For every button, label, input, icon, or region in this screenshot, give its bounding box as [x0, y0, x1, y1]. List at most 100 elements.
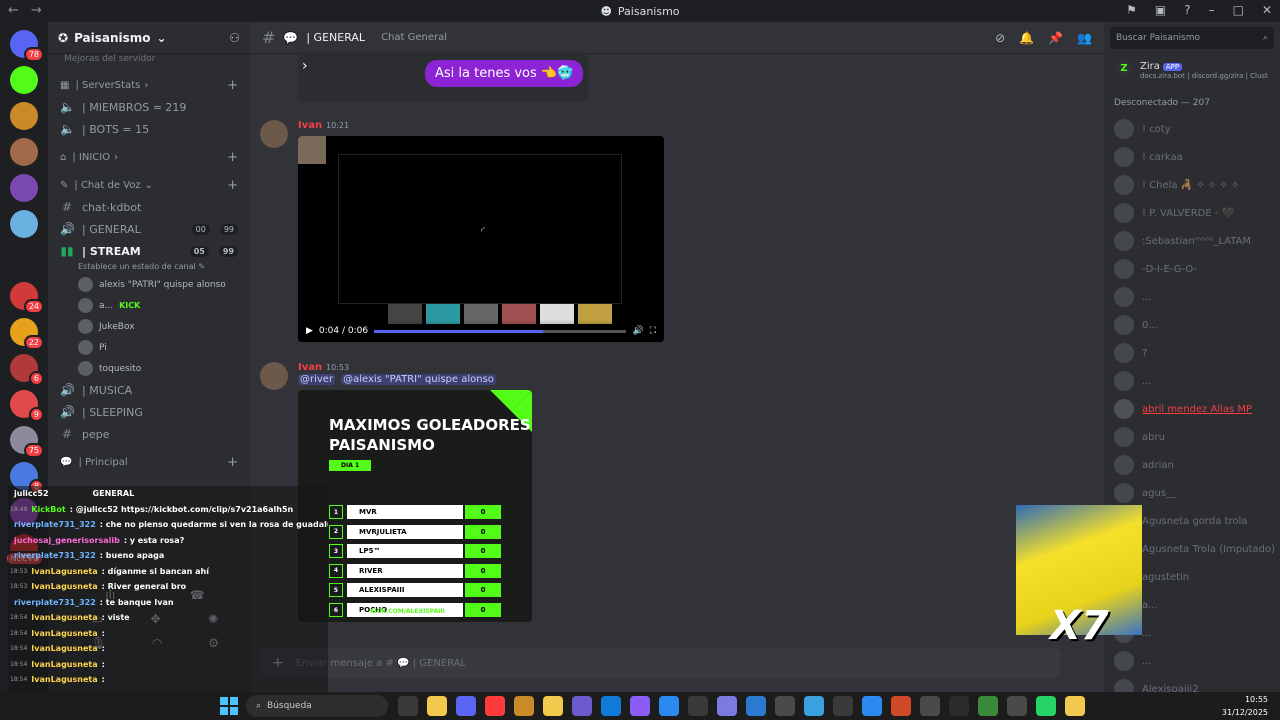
voice-member[interactable]: JukeBox — [48, 316, 250, 337]
voice-member[interactable]: alexis "PATRI" quispe alonso — [48, 274, 250, 295]
member-zira[interactable]: Z Zira APP docs.zira.bot | discord.gg/zir… — [1114, 58, 1280, 86]
server-icon[interactable]: 24 — [10, 282, 44, 314]
taskbar-app-icon[interactable] — [1007, 696, 1027, 716]
member-row[interactable]: 0... — [1114, 311, 1280, 339]
channel-pepe[interactable]: # pepe — [48, 423, 250, 445]
taskbar-app-icon[interactable] — [746, 696, 766, 716]
taskbar-app-icon[interactable] — [659, 696, 679, 716]
member-row[interactable]: abru — [1114, 423, 1280, 451]
taskbar-app-icon[interactable] — [514, 696, 534, 716]
taskbar-app-icon[interactable] — [717, 696, 737, 716]
server-icon[interactable]: 9 — [10, 390, 44, 422]
server-icon[interactable] — [10, 210, 38, 238]
taskbar-app-icon[interactable] — [978, 696, 998, 716]
scoreboard-image[interactable]: MAXIMOS GOLEADORES PAISANISMO DIA 1 1 MVR… — [298, 390, 532, 622]
mention-river[interactable]: @river — [298, 374, 336, 385]
taskbar-search[interactable]: ⌕ Búsqueda — [246, 695, 388, 717]
seek-bar[interactable] — [374, 329, 627, 333]
add-channel-icon[interactable]: + — [227, 178, 238, 193]
invite-icon[interactable]: ⚇ — [229, 31, 240, 45]
taskbar-app-icon[interactable] — [891, 696, 911, 716]
category-inicio[interactable]: ⌂ | INICIO › + — [48, 146, 250, 168]
channel-sleeping[interactable]: 🔊 | SLEEPING — [48, 401, 250, 423]
add-channel-icon[interactable]: + — [227, 455, 238, 470]
channel-topic[interactable]: Chat General — [381, 32, 447, 43]
member-row[interactable]: abril mendez Alias MP — [1114, 395, 1280, 423]
member-row[interactable]: ! P. VALVERDE - 🖤 — [1114, 199, 1280, 227]
voice-member[interactable]: toquesito — [48, 358, 250, 379]
system-clock[interactable]: 10:55 31/12/2025 — [1222, 693, 1268, 719]
taskbar-app-icon[interactable] — [601, 696, 621, 716]
channel-chat-kdbot[interactable]: # chat-kdbot — [48, 196, 250, 218]
chevron-icon[interactable]: › — [302, 58, 308, 74]
taskbar-app-icon[interactable] — [543, 696, 563, 716]
member-row[interactable]: ! carkaa — [1114, 143, 1280, 171]
member-row[interactable]: ? — [1114, 339, 1280, 367]
taskbar-app-icon[interactable] — [485, 696, 505, 716]
back-arrow-icon[interactable]: ← — [8, 3, 19, 18]
member-row[interactable]: Alexispaiii2 — [1114, 675, 1280, 692]
author-name[interactable]: Ivan — [298, 362, 322, 373]
taskbar-app-icon[interactable] — [862, 696, 882, 716]
category-chat-de-voz[interactable]: ✎ | Chat de Voz ⌄ + — [48, 174, 250, 196]
server-icon[interactable]: 22 — [10, 318, 44, 350]
channel-musica[interactable]: 🔊 | MUSICA — [48, 379, 250, 401]
member-row[interactable]: ... — [1114, 367, 1280, 395]
server-icon[interactable]: 75 — [10, 426, 44, 458]
fullscreen-icon[interactable]: ⛶ — [650, 326, 656, 336]
channel-general[interactable]: 🔊 | GENERAL 00 99 — [48, 218, 250, 240]
member-row[interactable]: :Sebastianᵐᵒᵒᵒ_LATAM — [1114, 227, 1280, 255]
taskbar-app-icon[interactable] — [920, 696, 940, 716]
member-row[interactable]: adrian — [1114, 451, 1280, 479]
server-icon[interactable] — [10, 102, 38, 130]
taskbar-app-icon[interactable] — [949, 696, 969, 716]
pin-icon[interactable]: 📌 — [1048, 31, 1063, 45]
taskbar-app-icon[interactable] — [572, 696, 592, 716]
taskbar-app-icon[interactable] — [1036, 696, 1056, 716]
server-icon[interactable] — [10, 174, 38, 202]
server-icon[interactable]: 6 — [10, 354, 44, 386]
taskbar-app-icon[interactable] — [398, 696, 418, 716]
member-row[interactable]: ... — [1114, 647, 1280, 675]
add-channel-icon[interactable]: + — [227, 78, 238, 93]
member-row[interactable]: -D-I-E-G-O- — [1114, 255, 1280, 283]
avatar[interactable] — [260, 362, 288, 390]
members-icon[interactable]: 👥 — [1077, 31, 1092, 45]
bell-icon[interactable]: 🔔 — [1019, 31, 1034, 45]
volume-icon[interactable]: 🔊 — [632, 326, 643, 336]
threads-icon[interactable]: ⊘ — [995, 31, 1005, 45]
inbox-icon[interactable]: ⚑ — [1126, 3, 1137, 17]
member-row[interactable]: ! coty — [1114, 115, 1280, 143]
close-button[interactable]: ✕ — [1262, 3, 1272, 17]
taskbar-app-icon[interactable] — [833, 696, 853, 716]
minimize-button[interactable]: – — [1209, 3, 1215, 17]
channel-bots[interactable]: 🔈 | BOTS = 15 — [48, 118, 250, 140]
help-icon[interactable]: ? — [1184, 3, 1190, 17]
taskbar-app-icon[interactable] — [688, 696, 708, 716]
video-player[interactable]: ◜ ▶ 0:04 / 0:06 🔊 ⛶ — [298, 136, 664, 342]
member-row[interactable]: ... — [1114, 283, 1280, 311]
author-name[interactable]: Ivan — [298, 120, 322, 131]
voice-member[interactable]: Pi — [48, 337, 250, 358]
guild-header[interactable]: ✪ Paisanismo ⌄ ⚇ — [48, 22, 250, 54]
server-icon[interactable] — [10, 246, 38, 274]
add-channel-icon[interactable]: + — [227, 150, 238, 165]
server-icon[interactable] — [10, 138, 38, 166]
taskbar-app-icon[interactable] — [1065, 696, 1085, 716]
maximize-button[interactable]: □ — [1233, 3, 1244, 17]
channel-miembros[interactable]: 🔈 | MIEMBROS = 219 — [48, 96, 250, 118]
voice-member[interactable]: a... KICK — [48, 295, 250, 316]
channel-stream[interactable]: ▮▮ | STREAM 05 99 — [48, 240, 250, 262]
taskbar-app-icon[interactable] — [630, 696, 650, 716]
windows-start-icon[interactable] — [220, 697, 238, 715]
mention-alexis[interactable]: @alexis "PATRI" quispe alonso — [341, 374, 496, 385]
server-icon[interactable] — [10, 66, 38, 94]
taskbar-app-icon[interactable] — [456, 696, 476, 716]
member-row[interactable]: agus__ — [1114, 479, 1280, 507]
play-icon[interactable]: ▶ — [306, 326, 313, 336]
screen-icon[interactable]: ▣ — [1155, 3, 1166, 17]
category-serverstats[interactable]: ▦ | ServerStats › + — [48, 74, 250, 96]
message-composer[interactable]: + Enviar mensaje a # 💬 | GENERAL — [260, 648, 1060, 678]
category-principal[interactable]: 💬 | Principal + — [48, 451, 250, 473]
server-icon[interactable]: 78 — [10, 30, 44, 62]
